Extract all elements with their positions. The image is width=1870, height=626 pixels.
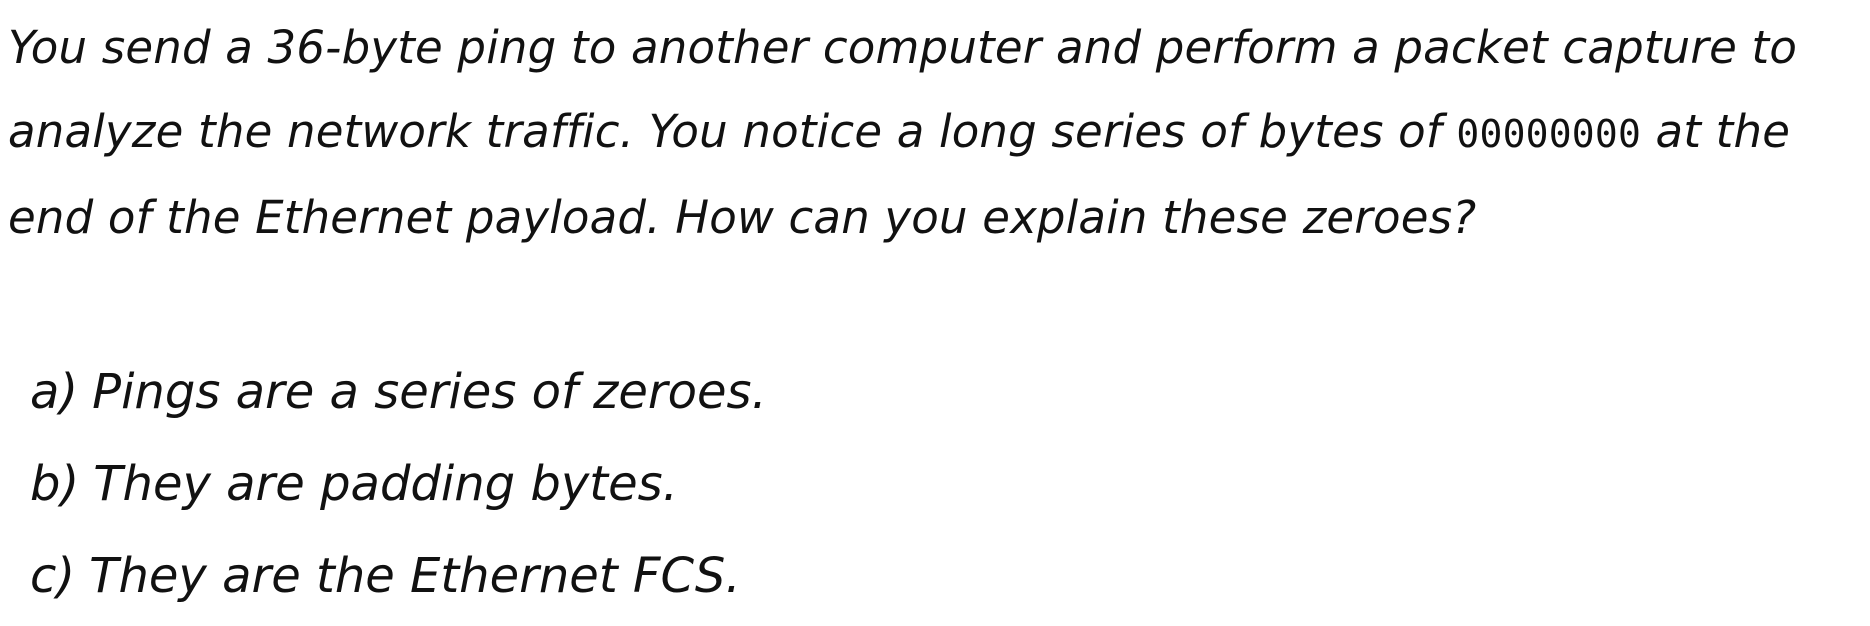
question-code: 00000000 [1456,112,1642,156]
answer-options: a) Pings are a series of zeroes. b) They a… [30,346,767,622]
question-text: You send a 36-byte ping to another compu… [8,6,1858,260]
option-c[interactable]: c) They are the Ethernet FCS. [30,530,767,622]
option-letter: c) [30,548,76,604]
option-letter: b) [30,456,80,512]
option-a[interactable]: a) Pings are a series of zeroes. [30,346,767,438]
option-text: Pings are a series of zeroes. [92,364,767,420]
option-text: They are the Ethernet FCS. [89,548,741,604]
option-text: They are padding bytes. [93,456,678,512]
option-letter: a) [30,364,79,420]
option-b[interactable]: b) They are padding bytes. [30,438,767,530]
